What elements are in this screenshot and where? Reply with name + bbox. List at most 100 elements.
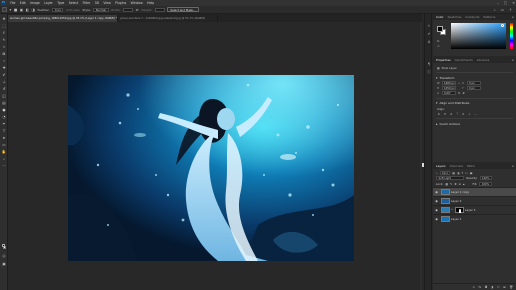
width-field[interactable]: 1680 px (442, 81, 456, 85)
align-left-icon[interactable]: ⊏ (437, 112, 441, 116)
layer-name[interactable]: Layer 1 copy (451, 190, 469, 194)
new-layer-icon[interactable]: ⊞ (503, 285, 506, 289)
link-layers-icon[interactable]: ∞ (472, 285, 475, 289)
kind-filter-select[interactable]: Kind (439, 170, 451, 175)
maximize-button[interactable]: □ (504, 1, 507, 5)
subtract-selection-icon[interactable]: ◧ (26, 8, 29, 12)
type-filter-icon[interactable]: T (461, 171, 463, 175)
menu-window[interactable]: Window (128, 1, 145, 5)
brush-tool-icon[interactable]: ✐ (2, 73, 7, 78)
dodge-tool-icon[interactable]: ◔ (2, 115, 7, 120)
type-tool-icon[interactable]: T (2, 129, 7, 134)
align-bottom-icon[interactable]: ⊥ (467, 112, 471, 116)
angle-field[interactable]: 0.00° (442, 91, 456, 95)
marquee-tool-preset[interactable] (2, 7, 7, 12)
character-panel-icon[interactable]: A (427, 40, 432, 45)
feather-input[interactable]: 0 px (52, 7, 64, 12)
quick-select-tool-icon[interactable]: ✎ (2, 38, 7, 43)
layer-row[interactable]: ◉ ∞ Layer 3 (433, 204, 516, 214)
lock-pixels-icon[interactable]: ▩ (445, 182, 448, 186)
y-field[interactable]: 0 px (467, 86, 481, 90)
crop-tool-icon[interactable]: ⌗ (2, 45, 7, 50)
clone-stamp-tool-icon[interactable]: ⊥ (2, 80, 7, 85)
lock-artboard-icon[interactable]: ⊡ (459, 182, 461, 186)
brush-panel-icon[interactable]: ✐ (427, 32, 432, 37)
lock-paint-icon[interactable]: ✎ (450, 182, 452, 186)
panel-menu-icon[interactable]: ≡ (511, 164, 514, 168)
layer-mask-thumbnail[interactable] (454, 206, 464, 213)
blur-tool-icon[interactable]: ● (2, 108, 7, 113)
menu-layer[interactable]: Layer (42, 1, 55, 5)
tab-patterns[interactable]: Patterns (481, 14, 497, 20)
hand-tool-icon[interactable]: ✋ (2, 150, 7, 155)
new-selection-icon[interactable]: ■ (14, 8, 17, 12)
fx-icon[interactable]: fx (478, 285, 481, 289)
lock-position-icon[interactable]: ✥ (454, 182, 456, 186)
screen-mode-icon[interactable]: ▣ (2, 262, 7, 267)
add-selection-icon[interactable]: ▣ (20, 8, 23, 12)
align-top-icon[interactable]: ⊤ (455, 112, 459, 116)
menu-select[interactable]: Select (67, 1, 81, 5)
add-mask-icon[interactable]: ◘ (485, 285, 487, 289)
layer-row[interactable]: ◉ Layer 1 (433, 213, 516, 223)
healing-brush-tool-icon[interactable]: ✚ (2, 66, 7, 71)
menu-help[interactable]: Help (145, 1, 156, 5)
tab-libraries[interactable]: Libraries (475, 57, 491, 63)
visibility-eye-icon[interactable]: ◉ (434, 199, 439, 203)
swap-colors-icon[interactable]: ⇆ (437, 39, 440, 43)
canvas-scrollbar[interactable] (420, 22, 422, 290)
fill-input[interactable]: 100% (479, 181, 492, 186)
layer-row[interactable]: ◉ Layer 1 copy (433, 186, 516, 196)
path-select-tool-icon[interactable]: ➤ (2, 136, 7, 141)
height-input[interactable] (154, 7, 165, 12)
align-center-icon[interactable]: ⊓ (443, 112, 447, 116)
opacity-input[interactable]: 100% (479, 176, 492, 181)
quick-actions-section[interactable]: ▸ Quick Actions (433, 121, 516, 127)
paragraph-panel-icon[interactable]: ¶ (427, 62, 432, 67)
width-input[interactable] (123, 7, 134, 12)
smart-filter-icon[interactable]: ▣ (470, 171, 473, 175)
pixel-filter-icon[interactable]: ▦ (452, 171, 455, 175)
shape-filter-icon[interactable]: ▭ (465, 171, 468, 175)
frame-tool-icon[interactable]: ⊠ (2, 52, 7, 57)
minimize-button[interactable]: – (497, 1, 499, 5)
document-canvas-image[interactable] (68, 75, 354, 261)
tab-paths[interactable]: Paths (465, 163, 477, 169)
trash-icon[interactable]: 🗑︎ (509, 285, 513, 289)
gradient-tool-icon[interactable]: ▤ (2, 101, 7, 106)
align-middle-icon[interactable]: ≑ (461, 112, 465, 116)
link-icon[interactable]: ∞ (458, 82, 460, 85)
panel-menu-icon[interactable]: ≡ (511, 15, 514, 19)
more-options-icon[interactable]: ⋯ (473, 112, 477, 116)
layer-name[interactable]: Layer 3 (465, 208, 475, 212)
color-panel-foreground[interactable] (437, 26, 443, 32)
intersect-selection-icon[interactable]: ◨ (32, 8, 35, 12)
x-field[interactable]: 0 px (467, 81, 481, 85)
photoshop-logo[interactable]: Ps (1, 1, 6, 5)
tab-gradients[interactable]: Gradients (463, 14, 481, 20)
height-field[interactable]: 1050 px (442, 86, 456, 90)
menu-view[interactable]: View (101, 1, 113, 5)
tab-color[interactable]: Color (434, 14, 446, 20)
layer-name[interactable]: Layer 1 (451, 217, 461, 221)
eraser-tool-icon[interactable]: ◫ (2, 94, 7, 99)
color-picker-field[interactable] (451, 23, 506, 49)
close-button[interactable]: ✕ (512, 1, 515, 5)
hue-slider[interactable] (510, 23, 513, 49)
foreground-background-swatch[interactable] (1, 244, 7, 249)
link-icon[interactable]: ∞ (451, 208, 453, 211)
shape-tool-icon[interactable]: ▭ (2, 143, 7, 148)
antialias-checkbox[interactable]: Anti-alias (66, 8, 80, 12)
swap-dimensions-icon[interactable]: ⇄ (136, 8, 139, 12)
marquee-tool-icon[interactable]: ⬚ (2, 24, 7, 29)
move-tool-icon[interactable]: ✥ (2, 17, 7, 22)
lasso-tool-icon[interactable]: ℓ (2, 31, 7, 36)
tab-document-2[interactable]: group-wonders-7…7e6d8b0.jpg-snapshot.jpg… (118, 15, 218, 22)
color-picker-ring[interactable] (501, 24, 504, 27)
visibility-eye-icon[interactable]: ◉ (434, 208, 439, 212)
info-panel-icon[interactable]: ⓘ (427, 70, 432, 75)
share-icon[interactable]: ⇪ (509, 8, 512, 12)
blend-mode-select[interactable]: Soft Light (436, 176, 464, 181)
flip-horizontal-icon[interactable]: ⇋ (458, 91, 460, 95)
foreground-color[interactable] (1, 244, 5, 248)
